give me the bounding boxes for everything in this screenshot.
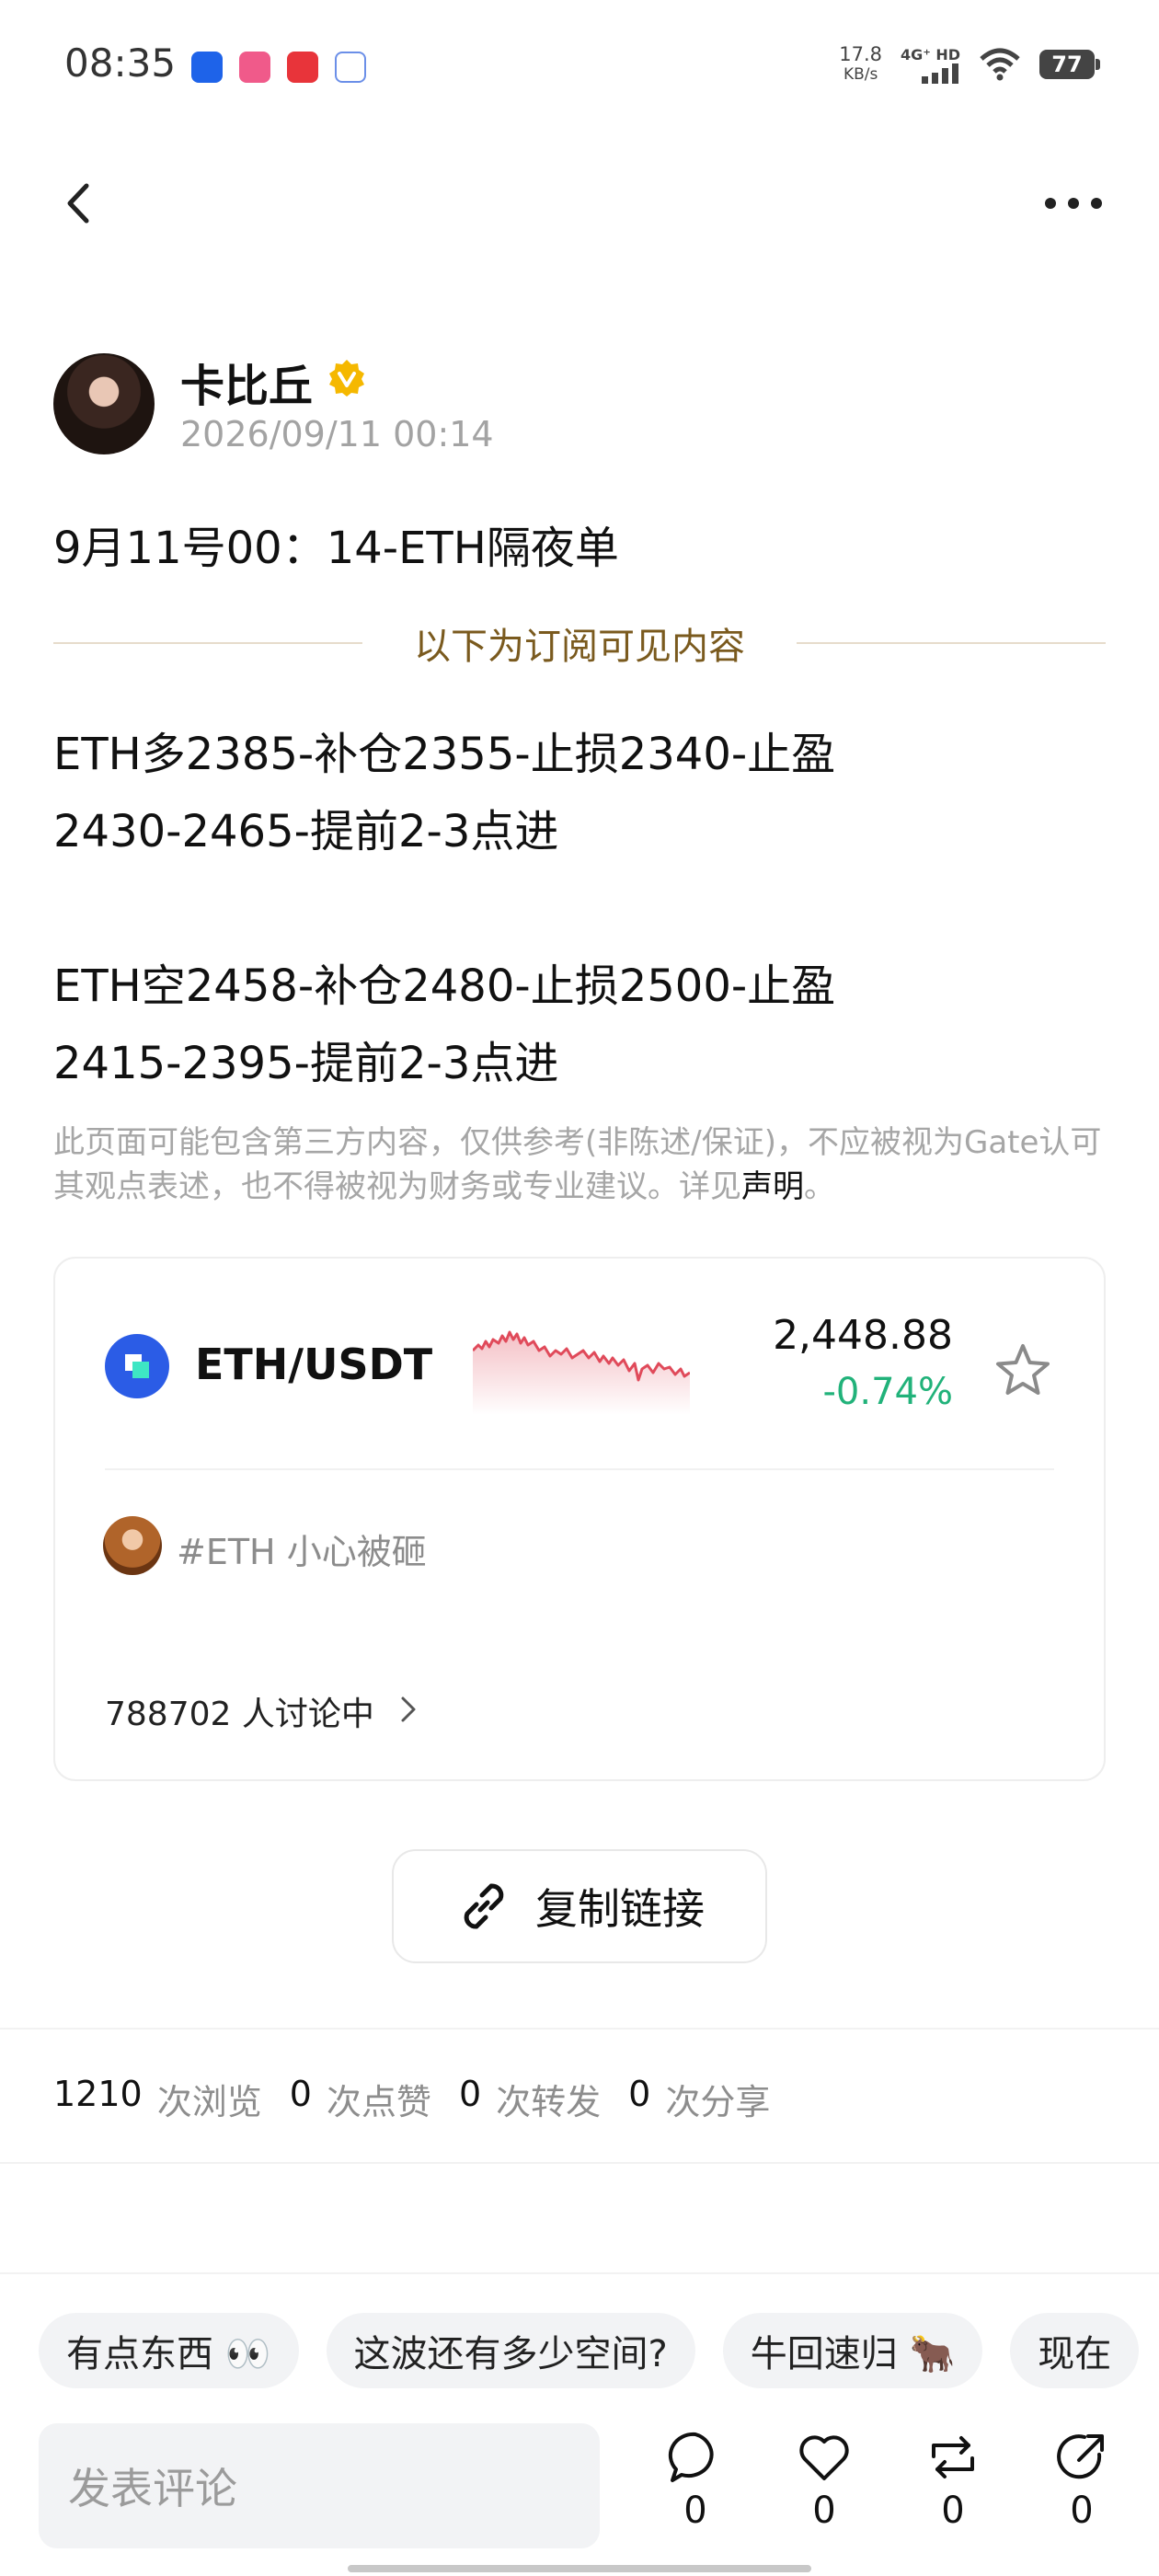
home-indicator[interactable] — [348, 2565, 811, 2572]
wifi-icon — [980, 48, 1020, 81]
views-label: 次浏览 — [156, 2082, 262, 2122]
back-icon[interactable] — [57, 180, 103, 226]
copy-link-label: 复制链接 — [535, 1884, 705, 1934]
stats-top-divider — [0, 2028, 1159, 2030]
quick-reply-chip[interactable]: 这波还有多少空间? — [326, 2313, 695, 2388]
topic-avatar — [103, 1516, 162, 1575]
stats-bottom-divider — [0, 2162, 1159, 2164]
likes-label: 次点赞 — [326, 2082, 431, 2122]
quick-reply-chip[interactable]: 有点东西 👀 — [39, 2313, 299, 2388]
signal-icon: 4G⁺ HD — [901, 46, 960, 84]
share-count: 0 — [1070, 2490, 1094, 2532]
disclaimer-text: 此页面可能包含第三方内容，仅供参考(非陈述/保证)，不应被视为Gate认可其观点… — [53, 1124, 1102, 1205]
post-body: ETH多2385-补仓2355-止损2340-止盈 2430-2465-提前2-… — [53, 729, 836, 1089]
copy-link-button[interactable]: 复制链接 — [392, 1849, 767, 1963]
verified-badge-icon — [329, 360, 364, 397]
like-button[interactable]: 0 — [778, 2429, 870, 2548]
comment-input[interactable]: 发表评论 — [39, 2423, 600, 2548]
repost-button[interactable]: 0 — [907, 2429, 999, 2548]
author-avatar[interactable] — [53, 353, 155, 454]
ticker-price: 2,448.88 — [773, 1312, 953, 1359]
comment-icon — [668, 2432, 714, 2482]
network-speed: 17.8 KB/s — [839, 43, 883, 84]
author-name[interactable]: 卡比丘 — [180, 350, 313, 414]
share-button[interactable]: 0 — [1036, 2429, 1128, 2548]
disclaimer: 此页面可能包含第三方内容，仅供参考(非陈述/保证)，不应被视为Gate认可其观点… — [53, 1121, 1111, 1209]
reposts-count: 0 — [458, 2074, 482, 2114]
topic-hashtag[interactable]: #ETH 小心被砸 — [177, 1524, 427, 1574]
app-xiaohongshu-icon — [287, 52, 318, 83]
link-icon — [464, 1883, 504, 1929]
discussion-count[interactable]: 788702 人讨论中 — [105, 1687, 374, 1735]
status-right: 17.8 KB/s 4G⁺ HD 77 — [839, 43, 1100, 85]
comment-button[interactable]: 0 — [649, 2429, 741, 2548]
shares-count: 0 — [628, 2074, 651, 2114]
status-time: 08:35 — [64, 40, 177, 86]
post-title: 9月11号00：14-ETH隔夜单 — [53, 523, 619, 574]
subscriber-divider-label: 以下为订阅可见内容 — [414, 626, 745, 668]
app-lulu-icon — [239, 52, 270, 83]
repost-count: 0 — [941, 2490, 965, 2532]
views-count: 1210 — [53, 2074, 143, 2114]
disclaimer-end: 。 — [804, 1168, 835, 1205]
ticker-pair: ETH/USDT — [195, 1340, 433, 1389]
app-cluster-icon — [335, 52, 366, 83]
comment-count: 0 — [683, 2490, 707, 2532]
bottom-bar-divider — [0, 2272, 1159, 2274]
shares-label: 次分享 — [665, 2082, 771, 2122]
eth-coin-icon — [105, 1334, 169, 1398]
more-icon[interactable] — [1041, 180, 1106, 226]
favorite-star-icon[interactable] — [993, 1341, 1052, 1400]
battery-icon: 77 — [1039, 50, 1100, 79]
quick-reply-chip[interactable]: 牛回速归 🐂 — [722, 2313, 983, 2388]
post-stats: 1210 次浏览 0 次点赞 0 次转发 0 次分享 — [53, 2074, 798, 2124]
chevron-right-icon[interactable] — [397, 1693, 419, 1726]
price-sparkline — [473, 1330, 690, 1415]
ticker-change: -0.74% — [822, 1371, 953, 1413]
quick-replies: 有点东西 👀 这波还有多少空间? 牛回速归 🐂 现在 — [39, 2313, 1140, 2388]
disclaimer-link[interactable]: 声明 — [741, 1168, 804, 1205]
like-count: 0 — [812, 2490, 836, 2532]
app-k-icon — [191, 52, 223, 83]
card-divider — [105, 1468, 1054, 1470]
repost-icon — [932, 2436, 974, 2478]
reposts-label: 次转发 — [496, 2082, 602, 2122]
quick-reply-chip[interactable]: 现在 — [1010, 2313, 1140, 2388]
heart-icon — [799, 2435, 849, 2480]
post-timestamp: 2026/09/11 00:14 — [180, 414, 494, 454]
share-icon — [1057, 2434, 1104, 2479]
likes-count: 0 — [289, 2074, 312, 2114]
